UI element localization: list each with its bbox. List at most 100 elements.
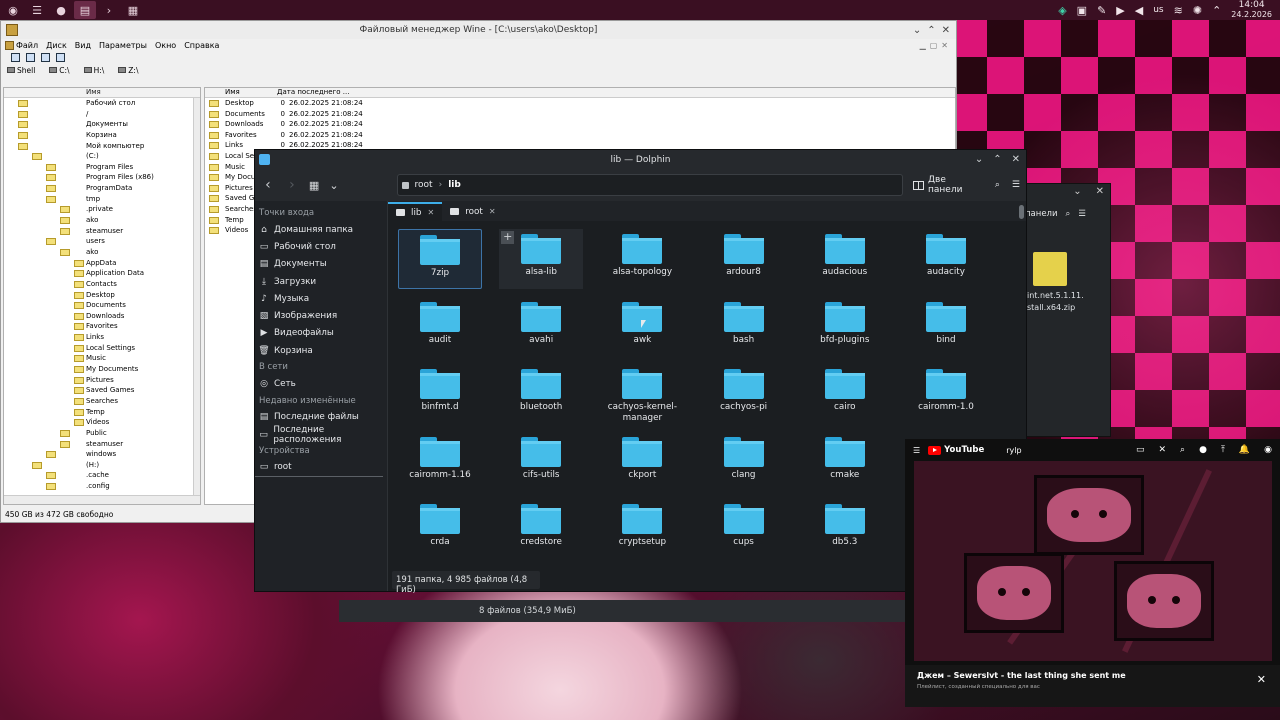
media-play-icon[interactable]: ▶ [1116,4,1124,17]
hamburger-menu-icon[interactable]: ☰ [1012,180,1020,190]
tree-item[interactable]: ProgramData [4,183,200,194]
dolphin-task-icon[interactable]: ▤ [74,1,96,19]
tree-item[interactable]: .cache [4,470,200,481]
mdi-restore-icon[interactable]: ▢ [930,41,938,50]
sidebar-item-network[interactable]: ◎ Сеть [255,375,387,392]
tree-item[interactable]: Public [4,428,200,439]
sidebar-item-videos[interactable]: ▶ Видеофайлы [255,325,387,342]
zip-file-icon[interactable] [1033,252,1067,286]
tree-item[interactable]: AppData [4,258,200,269]
vertical-scrollbar[interactable] [1019,205,1024,219]
connect-drive-icon[interactable] [11,52,20,62]
tray-expand-icon[interactable]: ⌃ [1212,4,1221,17]
app-launcher-icon[interactable]: ◉ [2,1,24,19]
tree-item[interactable]: Program Files (x86) [4,172,200,183]
youtube-logo[interactable]: YouTube [928,445,984,455]
menu-view[interactable]: Вид [75,41,91,50]
sidebar-item-root[interactable]: ▭ root [255,459,383,477]
search-icon[interactable]: ⌕ [1066,209,1071,219]
search-icon[interactable]: ⌕ [995,180,1000,190]
tree-item[interactable]: Корзина [4,130,200,141]
breadcrumb-root[interactable]: root [415,180,433,190]
chevron-down-icon[interactable]: ⌄ [329,179,338,192]
tree-item[interactable]: windows [4,449,200,460]
network-icon[interactable]: ≋ [1174,4,1183,17]
list-item[interactable]: Desktop 0 26.02.2025 21:08:24 [205,98,955,109]
video-player[interactable] [914,461,1272,661]
search-query[interactable]: rylp [1006,446,1021,455]
hamburger-menu-icon[interactable]: ☰ [913,446,920,455]
tree-item[interactable]: Downloads [4,311,200,322]
folder-item[interactable]: bfd-plugins [803,297,887,357]
upload-icon[interactable]: ⤒ [1221,445,1225,455]
sidebar-item-recent-locations[interactable]: ▭ Последние расположения [255,425,387,445]
tree-item[interactable]: tmp [4,194,200,205]
volume-icon[interactable]: ◀ [1135,4,1143,17]
workspace-icon[interactable]: ☰ [26,1,48,19]
tree-item[interactable]: / [4,109,200,120]
list-item[interactable]: Favorites 0 26.02.2025 21:08:24 [205,130,955,141]
breadcrumb[interactable]: root › lib [396,174,904,196]
tree-item[interactable]: Temp [4,407,200,418]
folder-item[interactable]: audacity [904,229,988,289]
close-icon[interactable]: ✕ [942,25,950,36]
menu-help[interactable]: Справка [184,41,219,50]
menu-disk[interactable]: Диск [46,41,67,50]
tree-item[interactable]: Favorites [4,321,200,332]
folder-item[interactable]: cifs-utils [499,432,583,492]
tree-item[interactable]: .private [4,204,200,215]
menu-window[interactable]: Окно [155,41,176,50]
close-tab-icon[interactable]: ✕ [427,208,434,217]
folder-item[interactable]: alsa-topology [600,229,684,289]
tab-lib[interactable]: lib ✕ [388,202,443,221]
folder-item[interactable]: cachyos-kernel-manager [600,364,684,424]
tree-item[interactable]: Documents [4,300,200,311]
maximize-icon[interactable]: ⌃ [993,154,1001,165]
split-view-icon[interactable] [56,52,65,62]
keyboard-icon[interactable]: ▭ [1136,445,1145,455]
brightness-icon[interactable]: ✺ [1193,4,1202,17]
notes-icon[interactable]: ✎ [1097,4,1106,17]
folder-item[interactable]: credstore [499,499,583,556]
sidebar-item-documents[interactable]: ▤ Документы [255,256,387,273]
folder-item[interactable]: ardour8 [702,229,786,289]
breadcrumb-lib[interactable]: lib [448,180,461,190]
tree-item[interactable]: (H:) [4,460,200,471]
folder-item[interactable]: bluetooth [499,364,583,424]
folder-item[interactable]: binfmt.d [398,364,482,424]
drive-h[interactable]: H:\ [83,66,104,75]
avatar[interactable]: ◉ [1264,445,1272,455]
search-icon[interactable]: ⌕ [1180,445,1185,455]
folder-item[interactable]: cmake [803,432,887,492]
tree-item[interactable]: Local Settings [4,343,200,354]
folder-item[interactable]: audit [398,297,482,357]
folder-item[interactable]: cups [702,499,786,556]
minimize-icon[interactable]: ⌄ [975,154,983,165]
file-name[interactable]: int.net.5.1.11. stall.x64.zip [1027,290,1084,314]
tree-header[interactable]: Имя [4,88,200,98]
minimize-icon[interactable]: ⌄ [1073,186,1081,197]
folder-item[interactable]: 7zip [398,229,482,289]
folder-item[interactable]: clang [702,432,786,492]
wine-task-icon[interactable]: ▦ [122,1,144,19]
close-icon[interactable]: ✕ [1257,673,1266,686]
tree-item[interactable]: Links [4,332,200,343]
folder-item[interactable]: bind [904,297,988,357]
sidebar-item-downloads[interactable]: ⤓ Загрузки [255,273,387,290]
tree-item[interactable]: Application Data [4,268,200,279]
youtube-search[interactable]: rylp [1006,446,1021,455]
tree-item[interactable]: users [4,236,200,247]
tree-item[interactable]: Desktop [4,290,200,301]
maximize-icon[interactable]: ⌃ [927,25,935,36]
folder-item[interactable]: cairo [803,364,887,424]
tree-item[interactable]: Рабочий стол [4,98,200,109]
clear-search-icon[interactable]: ✕ [1158,445,1166,455]
sidebar-item-pictures[interactable]: ▧ Изображения [255,307,387,324]
tree-item[interactable]: Документы [4,119,200,130]
forward-icon[interactable]: › [285,177,299,193]
drive-shell[interactable]: Shell [7,66,35,75]
tree-item[interactable]: Searches [4,396,200,407]
tree-item[interactable]: steamuser [4,226,200,237]
disconnect-drive-icon[interactable] [26,52,35,62]
sidebar-item-recent-files[interactable]: ▤ Последние файлы [255,409,387,426]
